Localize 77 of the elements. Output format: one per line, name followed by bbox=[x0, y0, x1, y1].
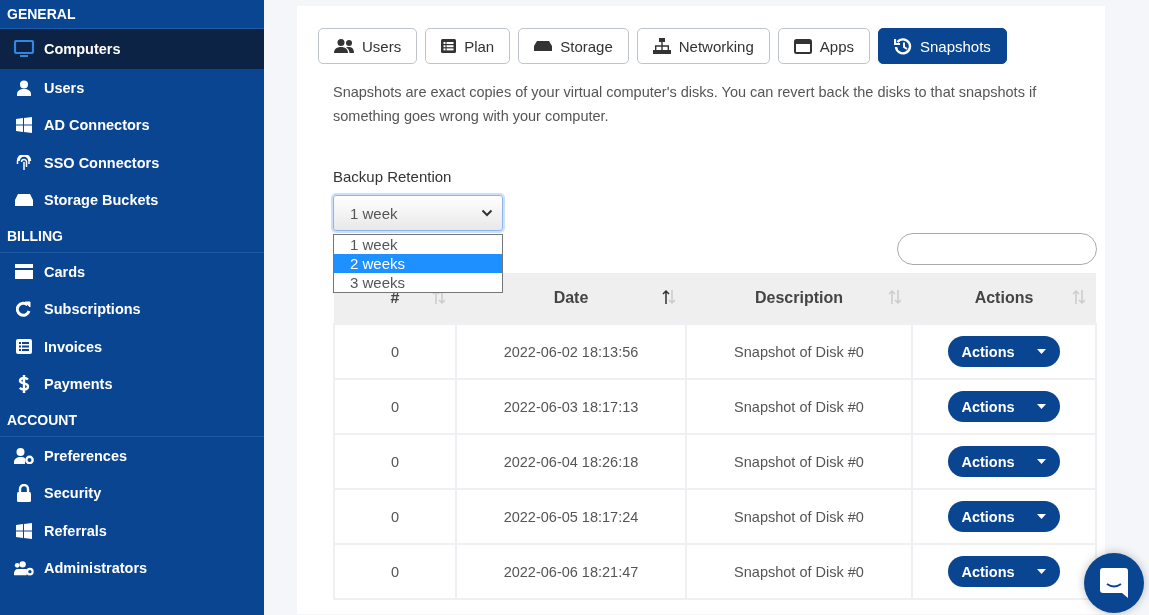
column-header[interactable]: Actions bbox=[912, 273, 1096, 324]
credit-card-icon bbox=[15, 264, 33, 280]
user-gear-icon bbox=[14, 447, 34, 464]
section-title: BILLING bbox=[7, 227, 63, 244]
table-cell: 0 bbox=[334, 544, 456, 599]
caret-down-icon bbox=[1036, 514, 1046, 519]
sidebar-item[interactable]: Payments bbox=[0, 365, 264, 403]
tab[interactable]: Networking bbox=[636, 28, 770, 64]
table-cell: Snapshot of Disk #0 bbox=[686, 324, 912, 379]
actions-button[interactable]: Actions bbox=[948, 501, 1060, 532]
window-icon bbox=[793, 38, 812, 54]
sidebar-item[interactable]: Computers bbox=[0, 29, 264, 69]
users-icon bbox=[334, 39, 354, 53]
table-cell: Snapshot of Disk #0 bbox=[686, 434, 912, 489]
dropdown-option[interactable]: 1 week bbox=[334, 235, 502, 254]
actions-button[interactable]: Actions bbox=[948, 556, 1060, 587]
list-icon bbox=[16, 339, 32, 355]
table-cell: 2022-06-06 18:21:47 bbox=[456, 544, 686, 599]
table-cell: Snapshot of Disk #0 bbox=[686, 544, 912, 599]
sidebar-item[interactable]: Referrals bbox=[0, 512, 264, 550]
table-cell: Snapshot of Disk #0 bbox=[686, 489, 912, 544]
sidebar-item[interactable]: Users bbox=[0, 69, 264, 107]
tab[interactable]: Snapshots bbox=[878, 28, 1007, 64]
table-cell: 0 bbox=[334, 324, 456, 379]
list-icon bbox=[441, 39, 457, 53]
caret-down-icon bbox=[1036, 569, 1046, 574]
sidebar-item[interactable]: Preferences bbox=[0, 437, 264, 475]
fingerprint-icon bbox=[16, 154, 32, 171]
sidebar-item[interactable]: Storage Buckets bbox=[0, 181, 264, 219]
column-header[interactable]: Description bbox=[686, 273, 912, 324]
dollar-icon bbox=[18, 375, 30, 394]
sidebar-item[interactable]: Administrators bbox=[0, 549, 264, 587]
history-icon bbox=[894, 37, 912, 55]
sidebar-item[interactable]: SSO Connectors bbox=[0, 144, 264, 182]
chat-button[interactable] bbox=[1084, 553, 1144, 613]
redo-icon bbox=[16, 301, 32, 318]
table-cell: Snapshot of Disk #0 bbox=[686, 379, 912, 434]
section-title: ACCOUNT bbox=[7, 411, 77, 428]
actions-button[interactable]: Actions bbox=[948, 336, 1060, 367]
tab[interactable]: Users bbox=[318, 28, 418, 64]
chat-icon bbox=[1100, 568, 1128, 598]
users-gear-icon bbox=[14, 560, 34, 577]
table-cell: 0 bbox=[334, 379, 456, 434]
caret-down-icon bbox=[1036, 404, 1046, 409]
search-field[interactable] bbox=[897, 233, 1097, 265]
description-text: Snapshots are exact copies of your virtual computer's disks. You can revert back the disks to that snapshots if something goes wrong with your computer. bbox=[333, 83, 1038, 126]
table-cell: 0 bbox=[334, 434, 456, 489]
actions-button[interactable]: Actions bbox=[948, 446, 1060, 477]
table-cell: 2022-06-04 18:26:18 bbox=[456, 434, 686, 489]
sidebar-item[interactable]: Security bbox=[0, 474, 264, 512]
sidebar-item[interactable]: Subscriptions bbox=[0, 290, 264, 328]
table-cell: 0 bbox=[334, 489, 456, 544]
windows-icon bbox=[16, 117, 32, 134]
retention-select[interactable]: 1 week bbox=[333, 195, 503, 231]
user-icon bbox=[16, 79, 32, 96]
sidebar-item[interactable]: Invoices bbox=[0, 328, 264, 366]
lock-icon bbox=[16, 484, 32, 503]
table-cell: 2022-06-05 18:17:24 bbox=[456, 489, 686, 544]
table-cell: 2022-06-02 18:13:56 bbox=[456, 324, 686, 379]
tab[interactable]: Storage bbox=[518, 28, 629, 64]
section-title: GENERAL bbox=[7, 6, 76, 22]
windows-icon bbox=[16, 522, 32, 539]
field-label: Backup Retention bbox=[333, 168, 453, 185]
sidebar-item[interactable]: Cards bbox=[0, 253, 264, 291]
chevron-down-icon bbox=[481, 209, 493, 217]
network-icon bbox=[652, 38, 671, 54]
tab[interactable]: Plan bbox=[425, 28, 511, 64]
monitor-icon bbox=[14, 40, 34, 58]
hard-drive-icon bbox=[534, 41, 553, 51]
table-cell: 2022-06-03 18:17:13 bbox=[456, 379, 686, 434]
sort-icon[interactable] bbox=[662, 289, 676, 305]
tab[interactable]: Apps bbox=[777, 28, 870, 64]
caret-down-icon bbox=[1036, 459, 1046, 464]
actions-button[interactable]: Actions bbox=[948, 391, 1060, 422]
sidebar-item[interactable]: AD Connectors bbox=[0, 106, 264, 144]
hard-drive-icon bbox=[15, 193, 33, 208]
caret-down-icon bbox=[1036, 349, 1046, 354]
